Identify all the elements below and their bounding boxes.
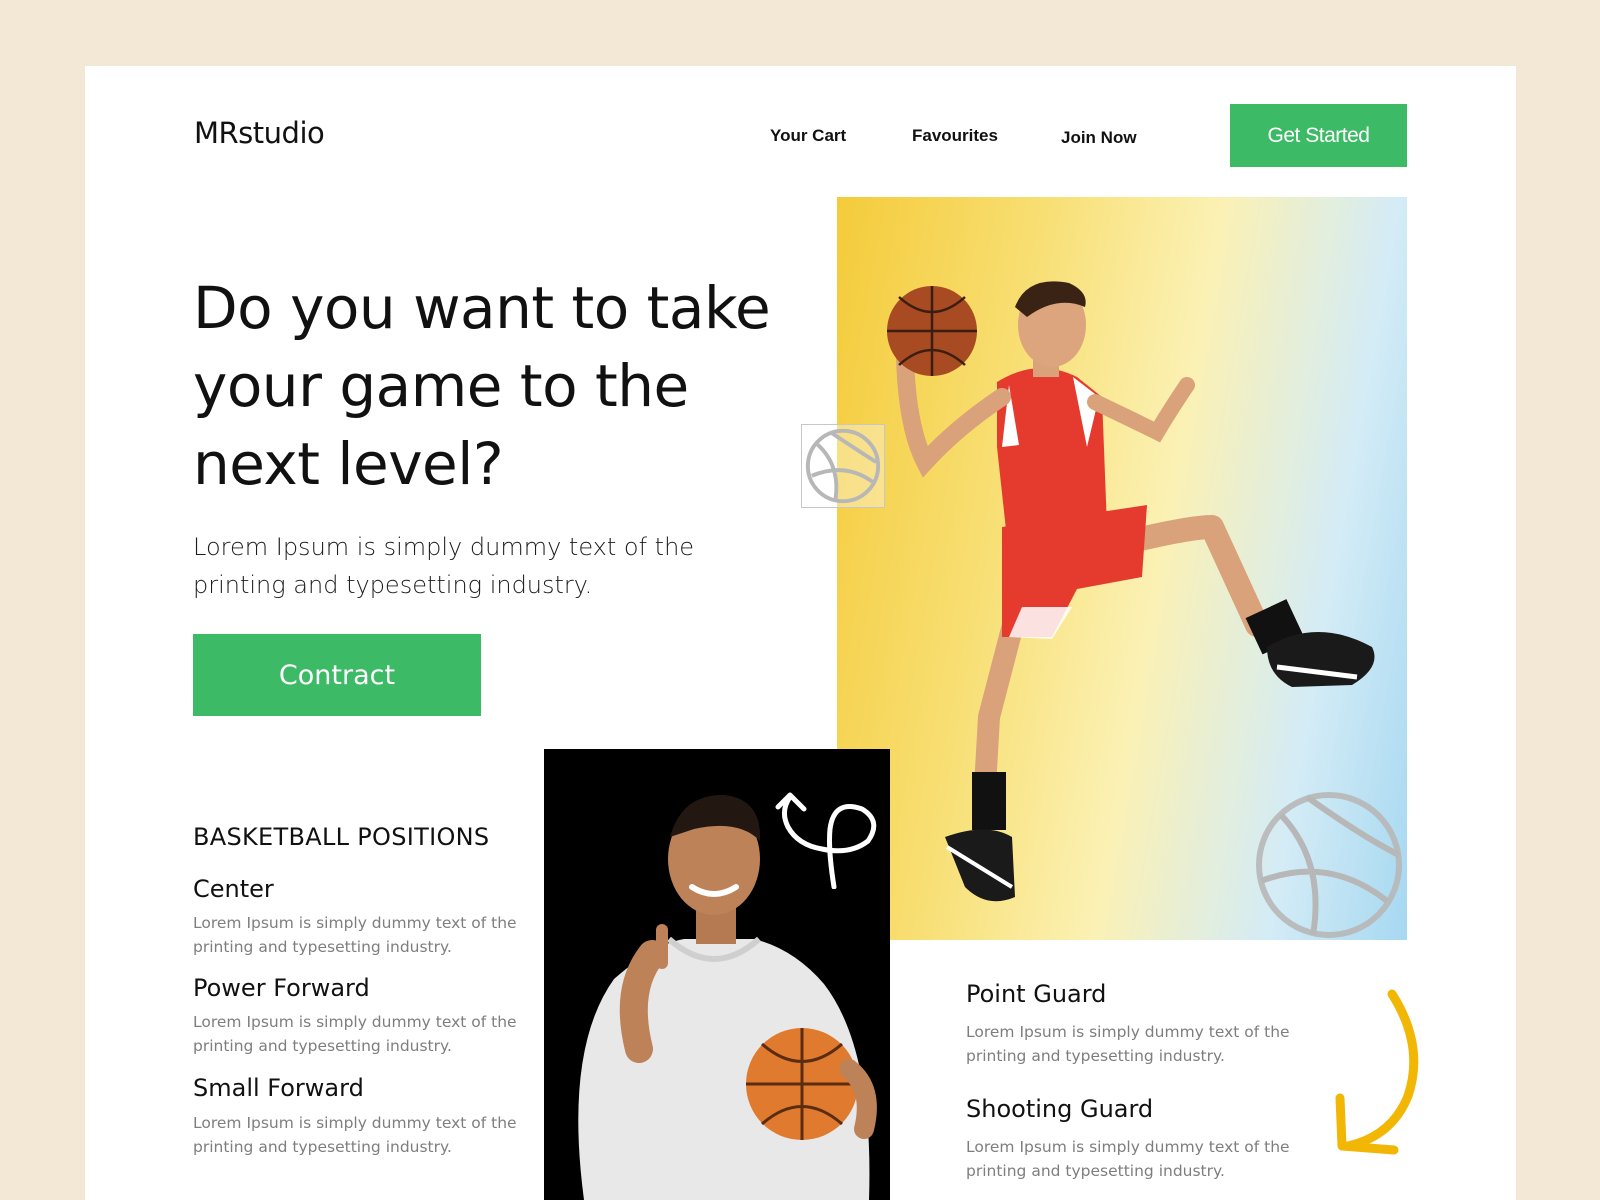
position-description: Lorem Ipsum is simply dummy text of the … <box>193 914 517 956</box>
position-description: Lorem Ipsum is simply dummy text of the … <box>193 1114 517 1156</box>
landing-page: MRstudio Your Cart Favourites Join Now G… <box>85 66 1516 1200</box>
brand-logo[interactable]: MRstudio <box>194 116 325 150</box>
get-started-button[interactable]: Get Started <box>1230 104 1407 167</box>
position-name: Power Forward <box>193 974 370 1002</box>
hero-title: Do you want to take your game to the nex… <box>193 274 771 498</box>
position-name: Small Forward <box>193 1074 364 1102</box>
position-description: Lorem Ipsum is simply dummy text of the … <box>966 1023 1290 1065</box>
position-name: Point Guard <box>966 980 1107 1008</box>
position-name: Center <box>193 875 274 903</box>
nav-favourites[interactable]: Favourites <box>912 126 998 146</box>
contract-button[interactable]: Contract <box>193 634 481 716</box>
position-description: Lorem Ipsum is simply dummy text of the … <box>966 1138 1290 1180</box>
basketball-icon <box>1256 792 1402 938</box>
position-name: Shooting Guard <box>966 1095 1154 1123</box>
nav-your-cart[interactable]: Your Cart <box>770 126 846 146</box>
curved-arrow-icon <box>1335 989 1419 1155</box>
position-description: Lorem Ipsum is simply dummy text of the … <box>193 1013 517 1055</box>
arrow-doodle-icon <box>775 792 877 889</box>
hero-subtitle: Lorem Ipsum is simply dummy text of the … <box>193 533 695 599</box>
nav-join-now[interactable]: Join Now <box>1061 128 1137 148</box>
positions-heading: BASKETBALL POSITIONS <box>193 823 490 851</box>
